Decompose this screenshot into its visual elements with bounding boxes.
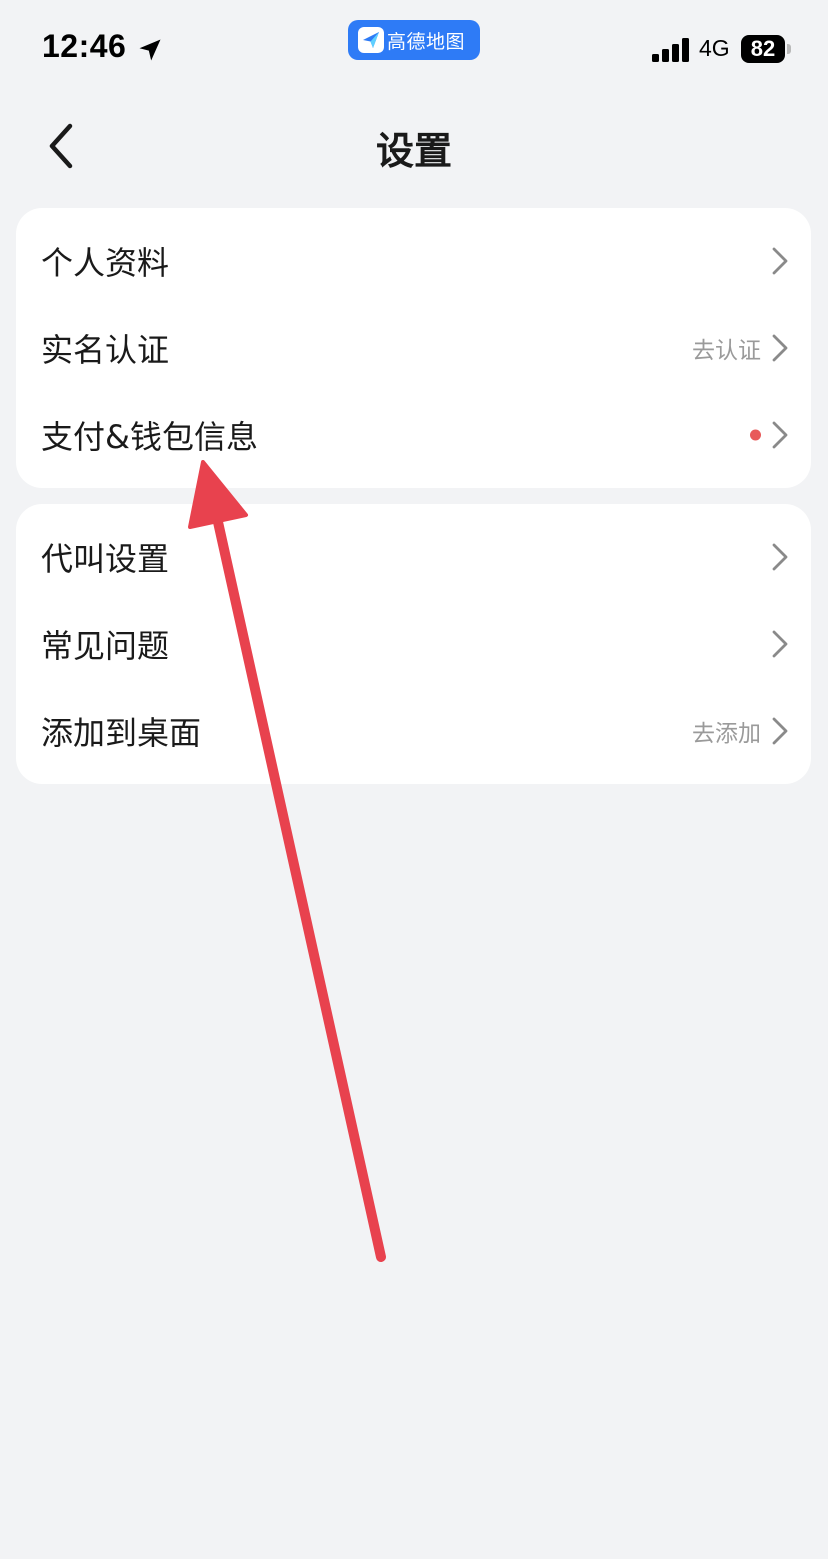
- row-proxy-call-settings[interactable]: 代叫设置: [16, 513, 811, 601]
- nav-bar: 设置: [0, 96, 828, 196]
- chevron-right-icon: [772, 334, 788, 362]
- status-time: 12:46: [42, 28, 127, 64]
- row-label: 添加到桌面: [41, 714, 202, 752]
- cellular-signal-icon: [652, 38, 689, 62]
- amap-logo-icon: [358, 27, 384, 53]
- battery-nub: [787, 44, 791, 54]
- chevron-right-icon: [772, 717, 788, 745]
- notification-badge-dot: [750, 429, 761, 441]
- chevron-right-icon: [772, 421, 788, 449]
- row-label: 支付&钱包信息: [41, 418, 258, 456]
- row-faq[interactable]: 常见问题: [16, 600, 811, 688]
- row-hint: 去认证: [692, 338, 761, 364]
- chevron-right-icon: [772, 247, 788, 275]
- row-label: 代叫设置: [41, 540, 170, 578]
- row-add-to-home-screen[interactable]: 添加到桌面 去添加: [16, 687, 811, 775]
- row-hint: 去添加: [692, 721, 761, 747]
- row-label: 实名认证: [41, 331, 170, 369]
- location-arrow-icon: [139, 39, 161, 61]
- battery-icon: 82: [741, 35, 785, 63]
- back-to-app-pill[interactable]: 高德地图: [348, 20, 480, 60]
- row-label: 常见问题: [41, 627, 170, 665]
- settings-group-account: 个人资料 实名认证 去认证 支付&钱包信息: [16, 208, 811, 488]
- status-bar: 12:46 高德地图 4G 82: [0, 0, 828, 96]
- chevron-right-icon: [772, 630, 788, 658]
- settings-group-general: 代叫设置 常见问题 添加到桌面 去添加: [16, 504, 811, 784]
- row-personal-profile[interactable]: 个人资料: [16, 217, 811, 305]
- chevron-right-icon: [772, 543, 788, 571]
- row-label: 个人资料: [41, 244, 170, 282]
- app-name: 高德地图: [387, 30, 466, 53]
- page-title: 设置: [375, 129, 452, 173]
- row-real-name-verification[interactable]: 实名认证 去认证: [16, 304, 811, 392]
- row-payment-wallet-info[interactable]: 支付&钱包信息: [16, 391, 811, 479]
- battery-level: 82: [750, 36, 776, 61]
- network-type: 4G: [699, 35, 730, 61]
